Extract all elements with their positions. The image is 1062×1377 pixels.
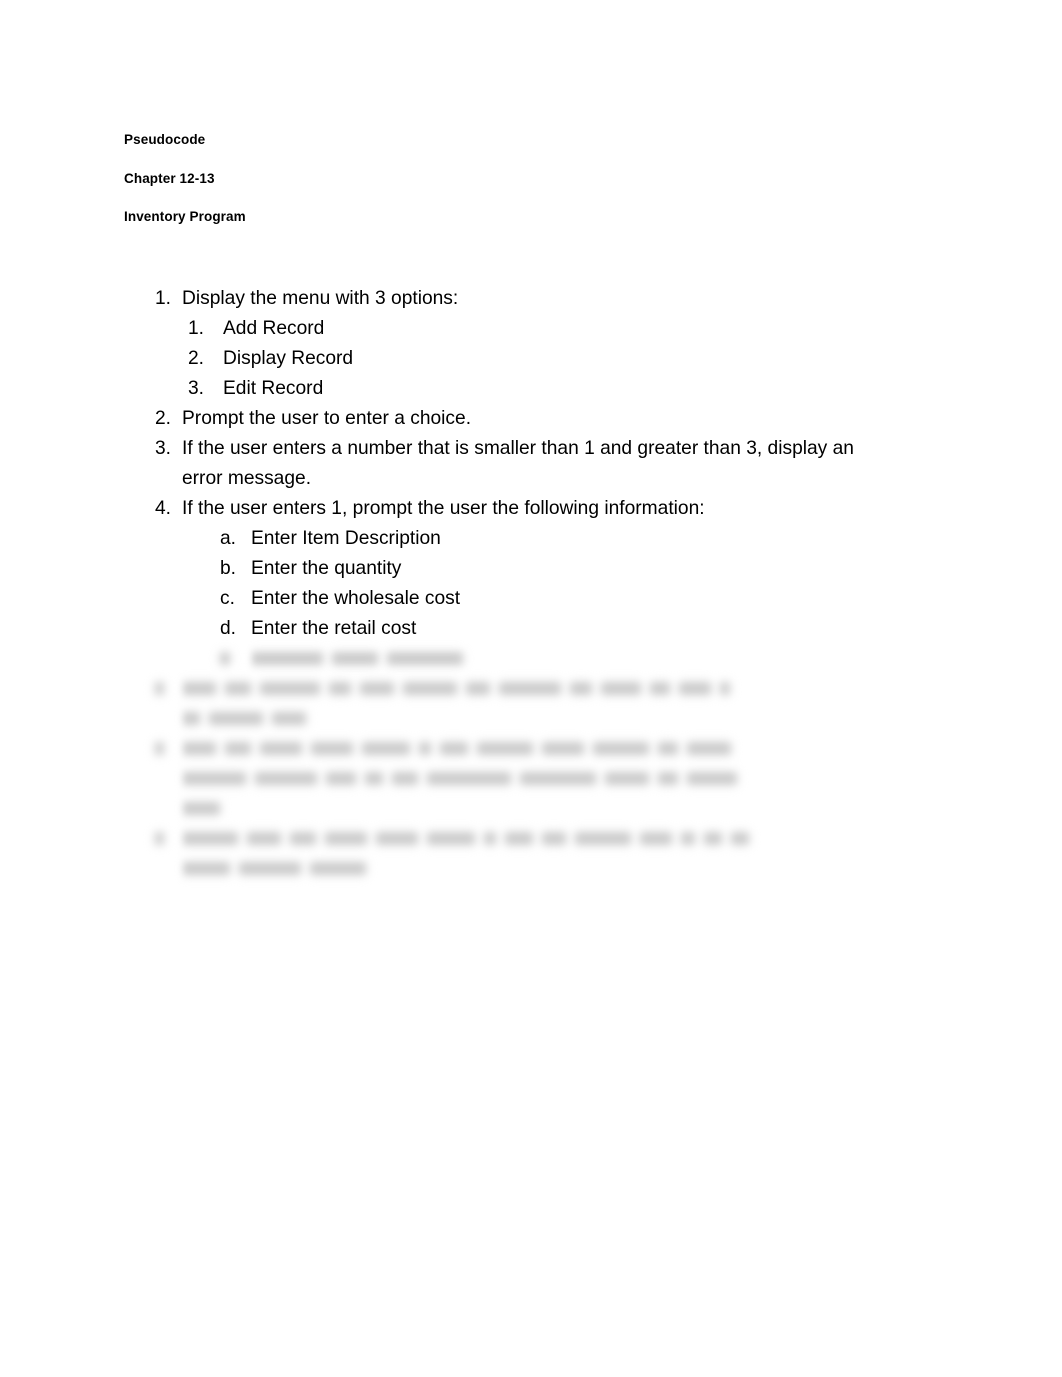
list-marker: d.	[220, 618, 237, 639]
list-item-illegible-3	[0, 824, 1062, 884]
list-item-text: Enter the quantity	[251, 558, 402, 579]
list-item-step-3: 3. If the user enters a number that is s…	[0, 434, 1062, 494]
list-item-step-1: 1. Display the menu with 3 options: 1. A…	[0, 284, 1062, 404]
list-marker: 3.	[188, 378, 205, 399]
list-marker: 2.	[155, 408, 172, 429]
document-page: Pseudocode Chapter 12-13 Inventory Progr…	[0, 0, 1062, 1377]
list-item-prompt-a: a. Enter Item Description	[182, 524, 1062, 554]
illegible-paragraph	[182, 734, 892, 824]
list-item-text: Enter the wholesale cost	[251, 588, 461, 609]
pseudocode-steps-list: 1. Display the menu with 3 options: 1. A…	[0, 284, 1062, 884]
list-item-text: If the user enters a number that is smal…	[182, 438, 854, 489]
list-item-step-4: 4. If the user enters 1, prompt the user…	[0, 494, 1062, 674]
list-item-text: Display Record	[223, 348, 354, 369]
list-marker: b.	[220, 558, 237, 579]
list-item-text: Add Record	[223, 318, 325, 339]
list-item-text: Prompt the user to enter a choice.	[182, 408, 472, 429]
list-marker: 1.	[155, 288, 172, 309]
list-marker-illegible	[155, 674, 179, 696]
list-item-menu-option-3: 3. Edit Record	[182, 374, 1062, 404]
list-item-text: Enter the retail cost	[251, 618, 417, 639]
list-marker: 3.	[155, 438, 172, 459]
list-item-text: If the user enters 1, prompt the user th…	[182, 498, 705, 519]
list-marker: 2.	[188, 348, 205, 369]
heading-pseudocode: Pseudocode	[124, 132, 206, 147]
list-marker: 1.	[188, 318, 205, 339]
list-item-illegible-1	[0, 674, 1062, 734]
menu-options-sublist: 1. Add Record 2. Display Record 3. Edit …	[182, 314, 1062, 404]
illegible-text-line	[251, 644, 961, 674]
list-marker: c.	[220, 588, 235, 609]
illegible-paragraph	[182, 824, 892, 884]
list-marker-illegible	[220, 644, 248, 666]
list-item-text: Edit Record	[223, 378, 324, 399]
list-item-step-2: 2. Prompt the user to enter a choice.	[0, 404, 1062, 434]
list-item-prompt-c: c. Enter the wholesale cost	[182, 584, 1062, 614]
list-marker: a.	[220, 528, 237, 549]
list-item-prompt-d: d. Enter the retail cost	[182, 614, 1062, 644]
document-heading-block: Pseudocode Chapter 12-13 Inventory Progr…	[124, 121, 904, 237]
list-item-text: Display the menu with 3 options:	[182, 288, 459, 309]
document-body: 1. Display the menu with 3 options: 1. A…	[0, 284, 1062, 884]
list-marker-illegible	[155, 734, 179, 756]
list-marker: 4.	[155, 498, 172, 519]
illegible-paragraph	[182, 674, 892, 734]
heading-inventory-program: Inventory Program	[124, 209, 246, 224]
list-item-menu-option-2: 2. Display Record	[182, 344, 1062, 374]
list-item-prompt-illegible	[182, 644, 1062, 674]
list-marker-illegible	[155, 824, 179, 846]
list-item-menu-option-1: 1. Add Record	[182, 314, 1062, 344]
list-item-prompt-b: b. Enter the quantity	[182, 554, 1062, 584]
list-item-illegible-2	[0, 734, 1062, 824]
input-prompts-sublist: a. Enter Item Description b. Enter the q…	[182, 524, 1062, 674]
heading-chapter: Chapter 12-13	[124, 170, 215, 186]
list-item-text: Enter Item Description	[251, 528, 441, 549]
